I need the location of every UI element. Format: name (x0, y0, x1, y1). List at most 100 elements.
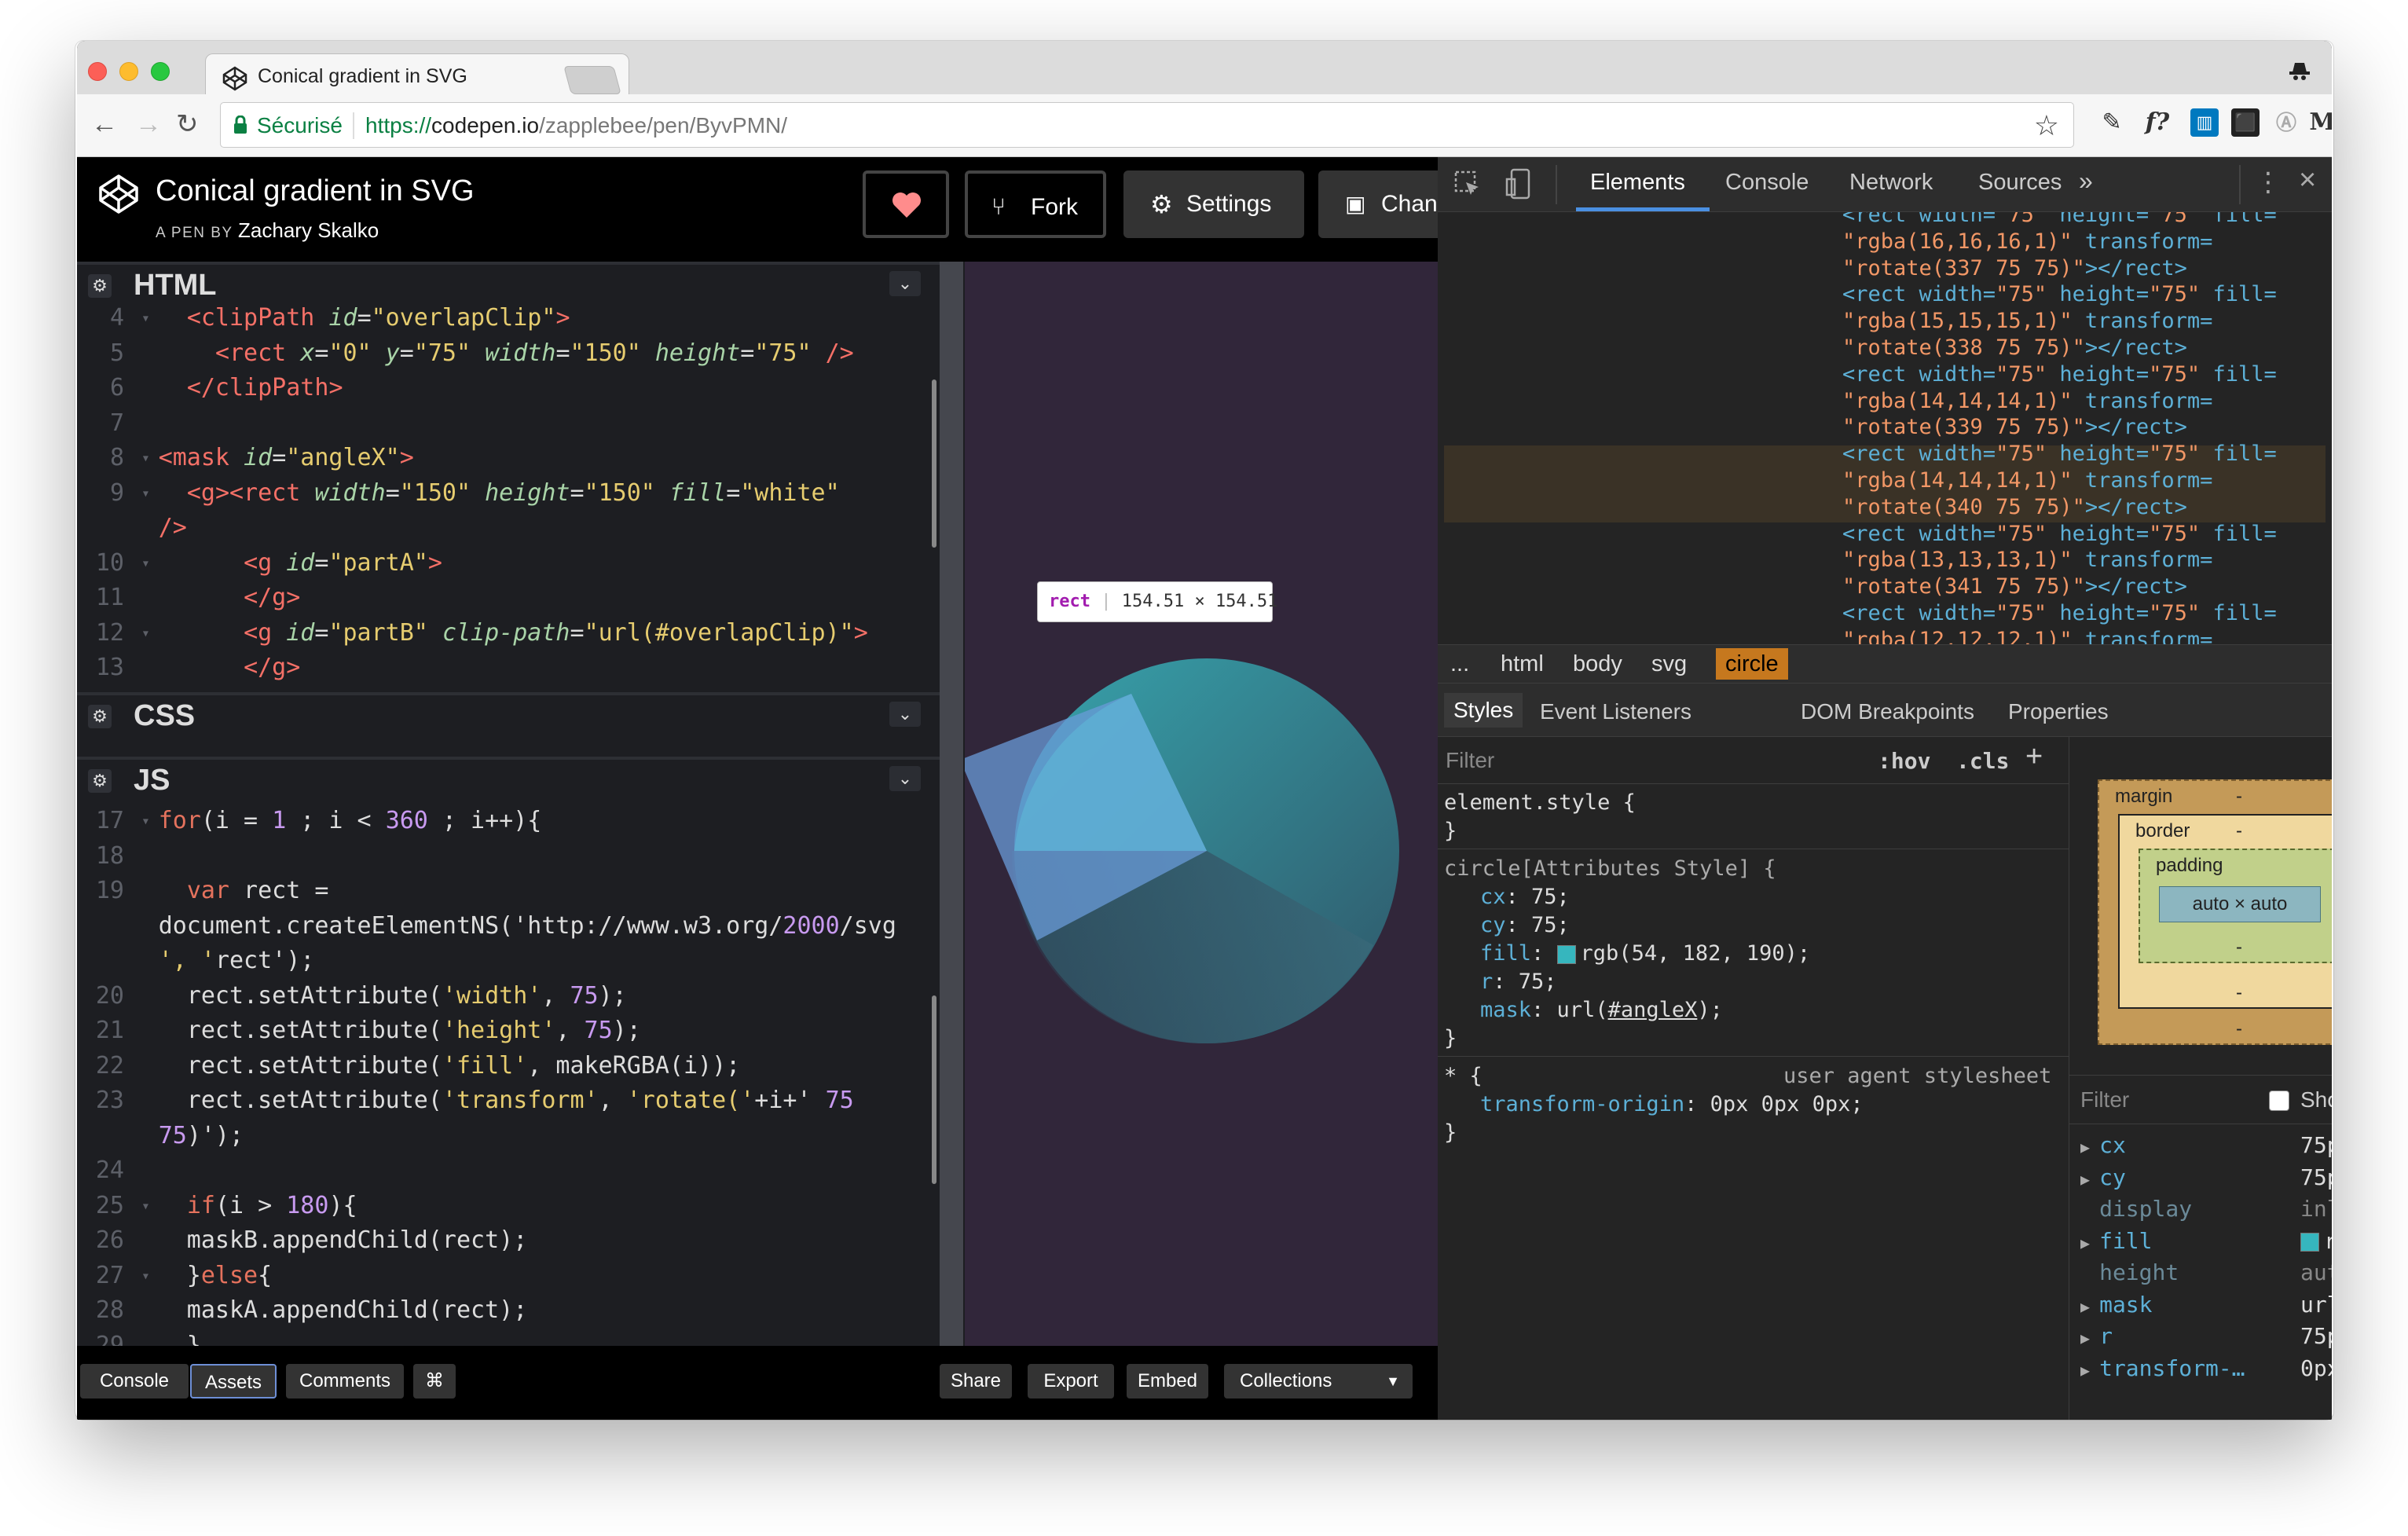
console-button[interactable]: Console (80, 1364, 189, 1399)
tab-elements[interactable]: Elements (1590, 170, 1685, 196)
element-style-rule[interactable]: element.style { (1444, 789, 1636, 817)
pen-title[interactable]: Conical gradient in SVG (156, 174, 475, 208)
element-tree-line[interactable]: "rgba(15,15,15,1)" transform= (1842, 309, 2212, 334)
pen-author[interactable]: Zachary Skalko (238, 218, 379, 242)
reload-icon[interactable]: ↻ (176, 108, 199, 140)
computed-row-mask[interactable]: ▶ mask (2080, 1289, 2153, 1322)
js-code-line[interactable]: 29 } (77, 1329, 933, 1347)
embed-button[interactable]: Embed (1127, 1364, 1208, 1399)
assets-button[interactable]: Assets (190, 1364, 277, 1399)
html-code-line[interactable]: 7 (77, 406, 933, 442)
subtab-properties[interactable]: Properties (2008, 699, 2109, 724)
element-tree-line[interactable]: "rotate(340 75 75)"></rect> (1842, 495, 2187, 520)
computed-row-fill[interactable]: ▶ fill (2080, 1226, 2153, 1259)
devtools-close-icon[interactable]: × (2299, 163, 2316, 197)
trello-extension-icon[interactable]: ▥ (2190, 108, 2219, 137)
element-tree-line[interactable]: "rgba(14,14,14,1)" transform= (1842, 389, 2212, 414)
js-code-line[interactable]: 75)'); (77, 1119, 933, 1154)
back-arrow-icon[interactable]: ← (91, 108, 118, 140)
js-settings-gear-icon[interactable]: ⚙ (88, 769, 112, 793)
style-prop-r[interactable]: r: 75; (1480, 968, 1557, 996)
box-model-padding[interactable]: padding - auto × auto (2139, 849, 2332, 963)
element-tree-line[interactable]: "rgba(13,13,13,1)" transform= (1842, 548, 2212, 573)
fold-arrow-icon[interactable]: ▾ (141, 450, 159, 467)
html-code-line[interactable]: 12 ▾ <g id="partB" clip-path="url(#overla… (77, 616, 933, 651)
font-extension-icon[interactable]: f? (2143, 108, 2172, 137)
color-swatch[interactable] (1556, 944, 1576, 964)
keyboard-shortcuts-button[interactable]: ⌘ (413, 1364, 456, 1399)
fold-arrow-icon[interactable]: ▾ (141, 485, 159, 501)
like-button[interactable] (863, 170, 949, 238)
element-tree-line[interactable]: "rotate(341 75 75)"></rect> (1842, 574, 2187, 599)
element-tree-line[interactable]: <rect width="75" height="75" fill= (1842, 212, 2277, 228)
element-tree-line[interactable]: <rect width="75" height="75" fill= (1842, 442, 2277, 467)
preview-pane[interactable] (965, 262, 1438, 1346)
subtab-dom-breakpoints[interactable]: DOM Breakpoints (1801, 699, 1974, 724)
fold-arrow-icon[interactable]: ▾ (141, 625, 159, 641)
computed-filter-input[interactable]: Filter (2080, 1087, 2129, 1113)
forward-arrow-icon[interactable]: → (135, 108, 162, 140)
element-tree-line[interactable]: "rotate(337 75 75)"></rect> (1842, 256, 2187, 281)
expand-arrow-icon[interactable]: ▶ (2080, 1234, 2099, 1252)
computed-row-cy[interactable]: ▶ cy (2080, 1162, 2126, 1195)
minimize-window-button[interactable] (119, 62, 138, 81)
element-tree-line[interactable]: <rect width="75" height="75" fill= (1842, 601, 2277, 626)
breadcrumb-body[interactable]: body (1573, 651, 1622, 677)
editor-resize-gutter[interactable] (940, 262, 963, 1346)
js-code-area[interactable]: 17 ▾ for(i = 1 ; i < 360 ; i++){18 19 var… (77, 804, 933, 1346)
js-code-line[interactable]: ', 'rect'); (77, 944, 933, 979)
expand-arrow-icon[interactable]: ▶ (2080, 1361, 2099, 1380)
browser-menu-icon[interactable]: ⋮ (2329, 108, 2332, 137)
box-model-border[interactable]: border - - padding - auto × auto (2118, 814, 2332, 1009)
fold-arrow-icon[interactable]: ▾ (141, 1267, 159, 1284)
style-prop-mask[interactable]: mask: url(#angleX); (1480, 996, 1723, 1025)
js-code-line[interactable]: 17 ▾ for(i = 1 ; i < 360 ; i++){ (77, 804, 933, 839)
js-code-line[interactable]: 25 ▾ if(i > 180){ (77, 1189, 933, 1224)
js-code-line[interactable]: 26 maskB.appendChild(rect); (77, 1223, 933, 1259)
dark-extension-icon[interactable]: ⬛ (2231, 108, 2260, 137)
js-code-line[interactable]: 20 rect.setAttribute('width', 75); (77, 979, 933, 1014)
style-prop-cx[interactable]: cx: 75; (1480, 883, 1570, 911)
fold-arrow-icon[interactable]: ▾ (141, 555, 159, 571)
html-code-line[interactable]: 13 </g> (77, 651, 933, 686)
new-tab-button[interactable] (563, 66, 621, 94)
html-collapse-chevron-icon[interactable]: ⌄ (889, 271, 921, 296)
circle-extension-icon[interactable]: Ⓐ (2272, 108, 2300, 137)
js-code-line[interactable]: 23 rect.setAttribute('transform', 'rotat… (77, 1083, 933, 1119)
close-window-button[interactable] (88, 62, 107, 81)
eyedropper-extension-icon[interactable]: ✎ (2098, 108, 2126, 137)
html-settings-gear-icon[interactable]: ⚙ (88, 274, 112, 298)
tab-console[interactable]: Console (1725, 170, 1809, 196)
html-code-line[interactable]: 5 <rect x="0" y="75" width="150" height=… (77, 336, 933, 372)
device-toolbar-icon[interactable] (1505, 168, 1534, 200)
expand-arrow-icon[interactable]: ▶ (2080, 1297, 2099, 1316)
styles-filter-input[interactable]: Filter (1446, 748, 1494, 773)
computed-row-r[interactable]: ▶ r (2080, 1321, 2113, 1354)
element-tree-line[interactable]: "rotate(338 75 75)"></rect> (1842, 335, 2187, 361)
show-all-checkbox[interactable] (2269, 1091, 2289, 1111)
js-code-line[interactable]: 21 rect.setAttribute('height', 75); (77, 1014, 933, 1049)
html-code-line[interactable]: 4 ▾ <clipPath id="overlapClip"> (77, 301, 933, 336)
breadcrumb-ellipsis[interactable]: ... (1450, 651, 1469, 677)
computed-row-height[interactable]: height (2080, 1257, 2179, 1290)
html-code-line[interactable]: 8 ▾ <mask id="angleX"> (77, 441, 933, 476)
html-scrollbar[interactable] (932, 379, 936, 548)
style-prop-fill[interactable]: fill: rgb(54, 182, 190); (1480, 940, 1810, 968)
collections-button[interactable]: Collections ▼ (1224, 1364, 1413, 1399)
element-tree-line[interactable]: "rgba(16,16,16,1)" transform= (1842, 229, 2212, 255)
ua-transform-origin[interactable]: transform-origin: 0px 0px 0px; (1480, 1091, 1864, 1119)
profile-hat-icon[interactable] (2288, 58, 2311, 82)
subtab-event-listeners[interactable]: Event Listeners (1540, 699, 1691, 724)
html-code-area[interactable]: 4 ▾ <clipPath id="overlapClip"> 5 <rect x=… (77, 301, 933, 691)
style-prop-cy[interactable]: cy: 75; (1480, 911, 1570, 940)
js-code-line[interactable]: 19 var rect = (77, 874, 933, 909)
elements-tree[interactable]: <rect width="75" height="75" fill= "rgba(… (1438, 212, 2332, 644)
more-tabs-icon[interactable]: » (2079, 167, 2093, 196)
box-model-margin[interactable]: margin - - border - - padding - auto × a… (2098, 779, 2332, 1045)
box-model-content[interactable]: auto × auto (2159, 886, 2321, 922)
breadcrumb-html[interactable]: html (1501, 651, 1544, 677)
devtools-menu-icon[interactable]: ⋮ (2255, 167, 2282, 198)
comments-button[interactable]: Comments (286, 1364, 404, 1399)
element-tree-line[interactable]: <rect width="75" height="75" fill= (1842, 362, 2277, 387)
html-code-line[interactable]: 9 ▾ <g><rect width="150" height="150" fil… (77, 476, 933, 511)
